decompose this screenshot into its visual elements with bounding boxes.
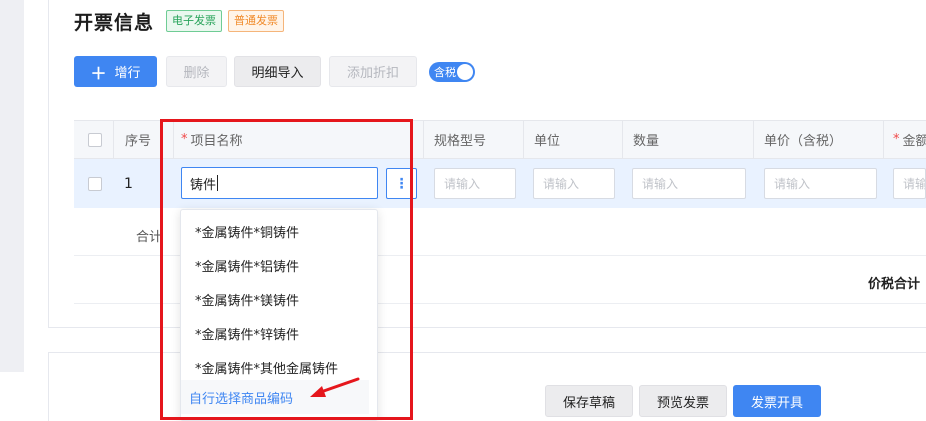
required-mark-amount: * (893, 132, 900, 147)
quantity-input[interactable]: 请输入 (632, 168, 746, 199)
col-amount-label: 金额 (902, 134, 926, 149)
tag-electronic-invoice: 电子发票 (166, 10, 223, 32)
plus-icon: ＋ (90, 63, 107, 83)
delete-button[interactable]: 删除 (166, 56, 227, 87)
page-title: 开票信息 (74, 11, 155, 34)
row-checkbox[interactable] (88, 176, 102, 191)
toggle-knob (457, 63, 473, 80)
select-all-checkbox[interactable] (88, 132, 102, 147)
subtotal-label: 合计 (136, 230, 163, 245)
spec-input[interactable]: 请输入 (434, 168, 516, 199)
row-checkbox-cell (88, 159, 102, 208)
header-checkbox-cell (88, 121, 102, 158)
annotation-highlight-box (160, 119, 413, 420)
issue-invoice-button[interactable]: 发票开具 (733, 385, 821, 417)
col-spec: 规格型号 (423, 121, 523, 158)
title-row: 开票信息 电子发票 普通发票 (74, 6, 285, 36)
col-quantity: 数量 (622, 121, 753, 158)
row-index: 1 (124, 175, 133, 192)
price-tax-total-label: 价税合计 (868, 277, 921, 292)
left-sidebar-gutter (0, 0, 24, 372)
col-unit-price: 单价（含税） (753, 121, 883, 158)
add-discount-button[interactable]: 添加折扣 (329, 56, 417, 87)
toolbar: ＋ 增行 删除 明细导入 添加折扣 含税 (74, 56, 475, 87)
preview-invoice-button[interactable]: 预览发票 (639, 385, 727, 417)
add-row-label: 增行 (114, 66, 141, 81)
tax-included-toggle[interactable]: 含税 (429, 61, 475, 82)
col-amount: * 金额 (883, 121, 926, 158)
toggle-label: 含税 (434, 65, 456, 79)
col-unit: 单位 (523, 121, 622, 158)
tag-normal-invoice: 普通发票 (228, 10, 285, 32)
add-row-button[interactable]: ＋ 增行 (74, 56, 157, 87)
import-detail-button[interactable]: 明细导入 (234, 56, 321, 87)
save-draft-button[interactable]: 保存草稿 (545, 385, 633, 417)
unit-input[interactable]: 请输入 (533, 168, 615, 199)
amount-input[interactable]: 请输入 (893, 168, 926, 199)
unit-price-input[interactable]: 请输入 (764, 168, 877, 199)
